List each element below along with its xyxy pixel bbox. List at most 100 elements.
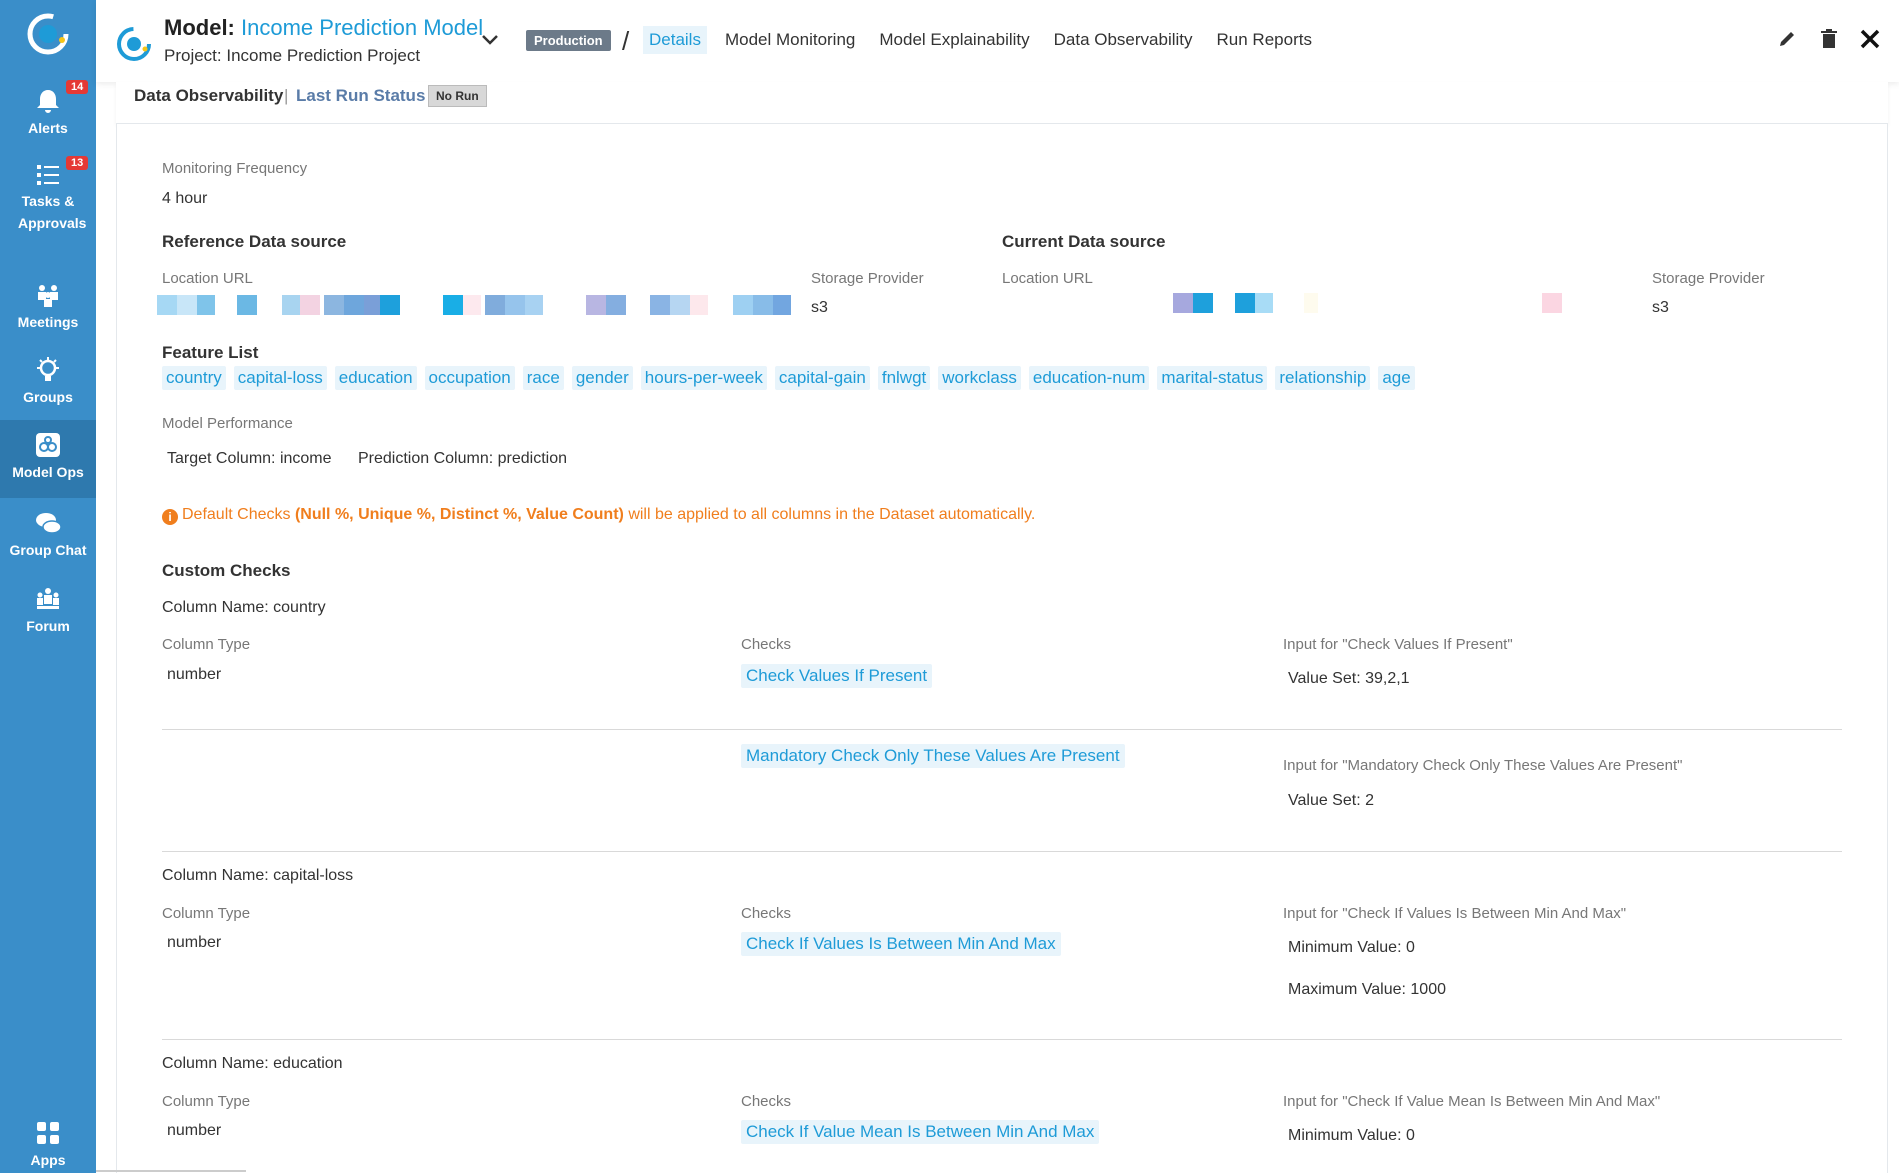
tab-run-reports[interactable]: Run Reports — [1211, 26, 1318, 54]
reference-storage-provider-label: Storage Provider — [811, 270, 924, 287]
check-input-value: Value Set: 39,2,1 — [1288, 670, 1410, 687]
column-name: Column Name: capital-loss — [162, 867, 354, 884]
trash-icon[interactable] — [1818, 28, 1840, 50]
model-ops-icon — [36, 433, 60, 457]
checks-label: Checks — [741, 636, 792, 653]
breadcrumb-separator: / — [622, 26, 630, 56]
column-type-value: number — [167, 1122, 222, 1139]
feature-chip[interactable]: country — [162, 366, 226, 390]
tab-model-monitoring[interactable]: Model Monitoring — [719, 26, 861, 54]
row-divider — [162, 851, 1842, 852]
check-chip[interactable]: Check If Value Mean Is Between Min And M… — [741, 1120, 1100, 1144]
feature-chip[interactable]: relationship — [1275, 366, 1371, 390]
sidebar-item-forum[interactable]: Forum — [0, 584, 96, 634]
sidebar-item-apps[interactable]: Apps — [0, 1118, 96, 1168]
column-type-label: Column Type — [162, 636, 251, 653]
check-input-value: Minimum Value: 0 — [1288, 939, 1415, 956]
column-type-label: Column Type — [162, 1093, 251, 1110]
tasks-badge: 13 — [66, 156, 89, 170]
target-column: Target Column: income — [167, 450, 332, 467]
sidebar-item-group-chat[interactable]: Group Chat — [0, 508, 96, 558]
sidebar-item-label: Alerts — [28, 120, 68, 136]
sidebar-item-meetings[interactable]: Meetings — [0, 280, 96, 330]
current-storage-provider-value: s3 — [1652, 299, 1669, 316]
feature-list-title: Feature List — [162, 343, 259, 362]
monitoring-frequency-value: 4 hour — [162, 190, 208, 207]
column-type-value: number — [167, 934, 222, 951]
sidebar-item-label: Groups — [23, 389, 73, 405]
feature-chip[interactable]: marital-status — [1157, 366, 1268, 390]
feature-chip[interactable]: education — [334, 366, 417, 390]
sidebar-item-tasks[interactable]: Tasks & Approvals — [0, 160, 96, 234]
feature-chip[interactable]: capital-gain — [774, 366, 870, 390]
tab-data-observability[interactable]: Data Observability — [1048, 26, 1199, 54]
check-input-label: Input for "Check If Value Mean Is Betwee… — [1283, 1093, 1661, 1110]
feature-chip[interactable]: gender — [571, 366, 633, 390]
check-input-label: Input for "Mandatory Check Only These Va… — [1283, 757, 1683, 774]
info-icon: i — [162, 509, 178, 525]
check-input-label: Input for "Check If Values Is Between Mi… — [1283, 905, 1627, 922]
prediction-column: Prediction Column: prediction — [358, 450, 567, 467]
edit-pencil-icon[interactable] — [1776, 28, 1798, 50]
tab-details[interactable]: Details — [643, 26, 707, 54]
sidebar-item-label: Group Chat — [9, 542, 87, 558]
row-divider — [162, 1039, 1842, 1040]
checks-label: Checks — [741, 1093, 792, 1110]
check-input-value: Value Set: 2 — [1288, 792, 1374, 809]
check-input-value: Minimum Value: 0 — [1288, 1127, 1415, 1144]
check-input-label: Input for "Check Values If Present" — [1283, 636, 1513, 653]
column-name: Column Name: country — [162, 599, 326, 616]
page-header: Model: Income Prediction Model Project: … — [96, 0, 1899, 82]
model-performance-label: Model Performance — [162, 415, 293, 432]
tasks-list-icon — [37, 165, 59, 185]
feature-chip[interactable]: education-num — [1028, 366, 1150, 390]
current-data-source-title: Current Data source — [1002, 232, 1166, 251]
column-type-label: Column Type — [162, 905, 251, 922]
check-chip[interactable]: Check If Values Is Between Min And Max — [741, 932, 1061, 956]
reference-location-url-label: Location URL — [162, 270, 253, 287]
feature-chip[interactable]: age — [1378, 366, 1415, 390]
feature-chip[interactable]: occupation — [424, 366, 515, 390]
sidebar-item-groups[interactable]: Groups — [0, 355, 96, 405]
app-logo-icon[interactable] — [24, 10, 74, 60]
sidebar-item-label: Model Ops — [12, 464, 84, 480]
sidebar: Alerts 14 Tasks & Approvals 13 Meetings … — [0, 0, 96, 1173]
reference-storage-provider-value: s3 — [811, 299, 828, 316]
last-run-label: Last Run Status : — [296, 86, 436, 105]
tab-model-explainability[interactable]: Model Explainability — [873, 26, 1035, 54]
tab-bar: Details Model Monitoring Model Explainab… — [643, 26, 1330, 54]
feature-chip[interactable]: race — [522, 366, 564, 390]
notice-bold: (Null %, Unique %, Distinct %, Value Cou… — [294, 506, 624, 523]
lightbulb-icon — [37, 357, 59, 381]
column-type-value: number — [167, 666, 222, 683]
notice-prefix: Default Checks — [182, 506, 291, 523]
check-chip[interactable]: Check Values If Present — [741, 664, 933, 688]
sidebar-item-label: Tasks & Approvals — [18, 193, 87, 231]
last-run-status-badge: No Run — [428, 85, 487, 107]
apps-grid-icon — [37, 1122, 59, 1144]
sidebar-item-label: Apps — [30, 1152, 66, 1168]
section-title: Data Observability — [134, 86, 284, 105]
subheader-separator: | — [284, 86, 289, 105]
feature-list: country capital-loss education occupatio… — [162, 366, 1415, 390]
model-title: Model: Income Prediction Model — [164, 15, 483, 41]
sidebar-item-model-ops[interactable]: Model Ops — [0, 420, 96, 498]
feature-chip[interactable]: hours-per-week — [640, 366, 767, 390]
check-input-value: Maximum Value: 1000 — [1288, 981, 1446, 998]
model-name-link[interactable]: Income Prediction Model — [241, 15, 483, 40]
model-title-prefix: Model: — [164, 15, 235, 40]
feature-chip[interactable]: capital-loss — [233, 366, 327, 390]
check-chip[interactable]: Mandatory Check Only These Values Are Pr… — [741, 744, 1125, 768]
sidebar-item-label: Meetings — [17, 314, 79, 330]
scrollbar-track[interactable] — [96, 1170, 246, 1172]
chevron-down-icon[interactable] — [480, 30, 500, 50]
reference-data-source-title: Reference Data source — [162, 232, 347, 251]
monitoring-frequency-label: Monitoring Frequency — [162, 160, 308, 177]
close-icon[interactable] — [1859, 28, 1881, 50]
sidebar-item-label: Forum — [26, 618, 70, 634]
sub-header: Data Observability | Last Run Status : N… — [116, 82, 1888, 124]
chat-icon — [36, 513, 62, 534]
feature-chip[interactable]: fnlwgt — [877, 366, 931, 390]
feature-chip[interactable]: workclass — [938, 366, 1021, 390]
checks-label: Checks — [741, 905, 792, 922]
